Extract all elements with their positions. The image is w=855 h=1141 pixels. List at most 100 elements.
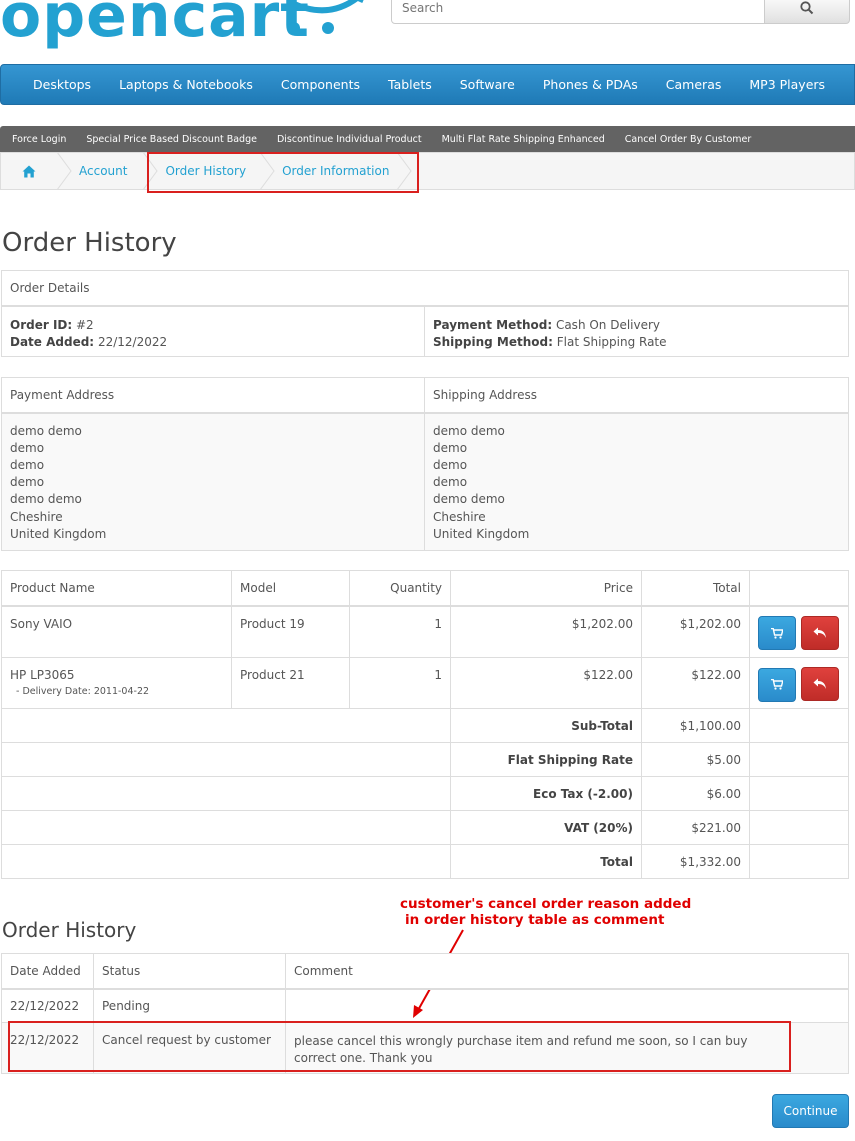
totals-value: $6.00 (641, 776, 750, 811)
product-name[interactable]: HP LP3065 (10, 668, 223, 682)
address-line: Cheshire (10, 509, 63, 524)
product-option: - Delivery Date: 2011-04-22 (16, 686, 150, 697)
address-line: Cheshire (433, 509, 486, 524)
table-row: Sony VAIO Product 19 1 $1,202.00 $1,202.… (1, 605, 849, 658)
shipping-method: Flat Shipping Rate (556, 334, 667, 349)
payment-address-heading: Payment Address (1, 377, 425, 414)
col-date-added: Date Added (1, 953, 94, 990)
extension-menu: Force Login Special Price Based Discount… (0, 126, 855, 152)
address-line: United Kingdom (10, 526, 107, 541)
comment-highlight-box (8, 1021, 791, 1072)
totals-row: VAT (20%) $221.00 (1, 810, 849, 845)
totals-row: Sub-Total $1,100.00 (1, 708, 849, 743)
table-row: HP LP3065 - Delivery Date: 2011-04-22 Pr… (1, 657, 849, 709)
totals-value: $221.00 (641, 810, 750, 845)
address-line: demo (433, 475, 468, 490)
history-comment (285, 988, 849, 1023)
history-title: Order History (2, 918, 137, 942)
product-price: $1,202.00 (450, 605, 642, 658)
logo[interactable]: opencart (0, 0, 310, 46)
history-date: 22/12/2022 (1, 988, 94, 1023)
shipping-address: demo demo demo demo demo demo demo Chesh… (424, 412, 849, 551)
search-bar (391, 0, 850, 24)
product-actions (749, 605, 849, 658)
product-qty: 1 (349, 605, 451, 658)
menu-item-mp3[interactable]: MP3 Players (749, 77, 825, 92)
product-model: Product 21 (231, 657, 350, 709)
breadcrumb-highlight-box (147, 152, 419, 193)
address-line: demo (10, 457, 45, 472)
col-model: Model (231, 570, 350, 607)
totals-value: $1,332.00 (641, 844, 750, 879)
menu-item-cameras[interactable]: Cameras (666, 77, 722, 92)
payment-address: demo demo demo demo demo demo demo Chesh… (1, 412, 425, 551)
payment-method: Cash On Delivery (555, 317, 661, 332)
totals-value: $1,100.00 (641, 708, 750, 743)
shipping-address-heading: Shipping Address (424, 377, 849, 414)
product-model: Product 19 (231, 605, 350, 658)
cart-logo-icon (287, 0, 364, 34)
menu-item-software[interactable]: Software (460, 77, 515, 92)
search-input[interactable] (391, 0, 765, 24)
col-product-name: Product Name (1, 570, 232, 607)
search-button[interactable] (764, 0, 850, 24)
address-line: demo demo (10, 492, 82, 507)
col-total: Total (641, 570, 750, 607)
menu-item-components[interactable]: Components (281, 77, 360, 92)
address-line: demo (10, 440, 45, 455)
return-button[interactable] (800, 615, 839, 650)
address-line: demo (10, 475, 45, 490)
order-id-label: Order ID: (10, 317, 73, 332)
date-added-label: Date Added: (10, 334, 95, 349)
breadcrumb-account[interactable]: Account (79, 152, 127, 190)
totals-row: Eco Tax (-2.00) $6.00 (1, 776, 849, 811)
product-name[interactable]: Sony VAIO (1, 605, 232, 658)
totals-label: Eco Tax (-2.00) (533, 786, 633, 801)
submenu-discount-badge[interactable]: Special Price Based Discount Badge (86, 134, 257, 145)
menu-item-tablets[interactable]: Tablets (388, 77, 432, 92)
address-line: demo demo (433, 423, 505, 438)
submenu-force-login[interactable]: Force Login (12, 134, 66, 145)
totals-row: Total $1,332.00 (1, 844, 849, 879)
breadcrumb-separator (57, 152, 72, 190)
date-added: 22/12/2022 (97, 334, 168, 349)
menu-item-phones[interactable]: Phones & PDAs (543, 77, 638, 92)
payment-method-label: Payment Method: (433, 317, 553, 332)
totals-value: $5.00 (641, 742, 750, 777)
history-status: Pending (93, 988, 286, 1023)
return-button[interactable] (800, 667, 839, 701)
menu-item-laptops[interactable]: Laptops & Notebooks (119, 77, 253, 92)
cart-icon (771, 627, 783, 639)
page-title: Order History (2, 228, 177, 258)
menu-item-desktops[interactable]: Desktops (33, 77, 91, 92)
submenu-flat-rate[interactable]: Multi Flat Rate Shipping Enhanced (442, 134, 605, 145)
col-actions (749, 570, 849, 607)
product-price: $122.00 (450, 657, 642, 709)
product-total: $122.00 (641, 657, 750, 709)
col-comment: Comment (285, 953, 849, 990)
totals-label: Flat Shipping Rate (507, 752, 633, 767)
col-quantity: Quantity (349, 570, 451, 607)
address-line: demo demo (433, 492, 505, 507)
totals-label: Sub-Total (571, 718, 633, 733)
annotation-line: in order history table as comment (405, 912, 665, 928)
reply-icon (813, 678, 826, 689)
cart-icon (771, 679, 783, 690)
breadcrumb-home[interactable] (1, 152, 57, 190)
annotation-text: customer's cancel order reason added in … (400, 896, 691, 928)
products-table: Product Name Model Quantity Price Total … (1, 570, 849, 879)
reorder-button[interactable] (758, 616, 796, 650)
col-price: Price (450, 570, 642, 607)
col-status: Status (93, 953, 286, 990)
continue-button[interactable]: Continue (772, 1094, 849, 1128)
address-line: demo (433, 457, 468, 472)
reorder-button[interactable] (758, 667, 796, 702)
address-table: Payment Address Shipping Address demo de… (1, 377, 849, 551)
annotation-line: customer's cancel order reason added (400, 896, 692, 912)
product-total: $1,202.00 (641, 605, 750, 658)
shipping-method-label: Shipping Method: (433, 334, 553, 349)
submenu-discontinue[interactable]: Discontinue Individual Product (277, 134, 422, 145)
product-qty: 1 (349, 657, 451, 709)
home-icon (22, 165, 36, 177)
submenu-cancel-order[interactable]: Cancel Order By Customer (625, 134, 752, 145)
